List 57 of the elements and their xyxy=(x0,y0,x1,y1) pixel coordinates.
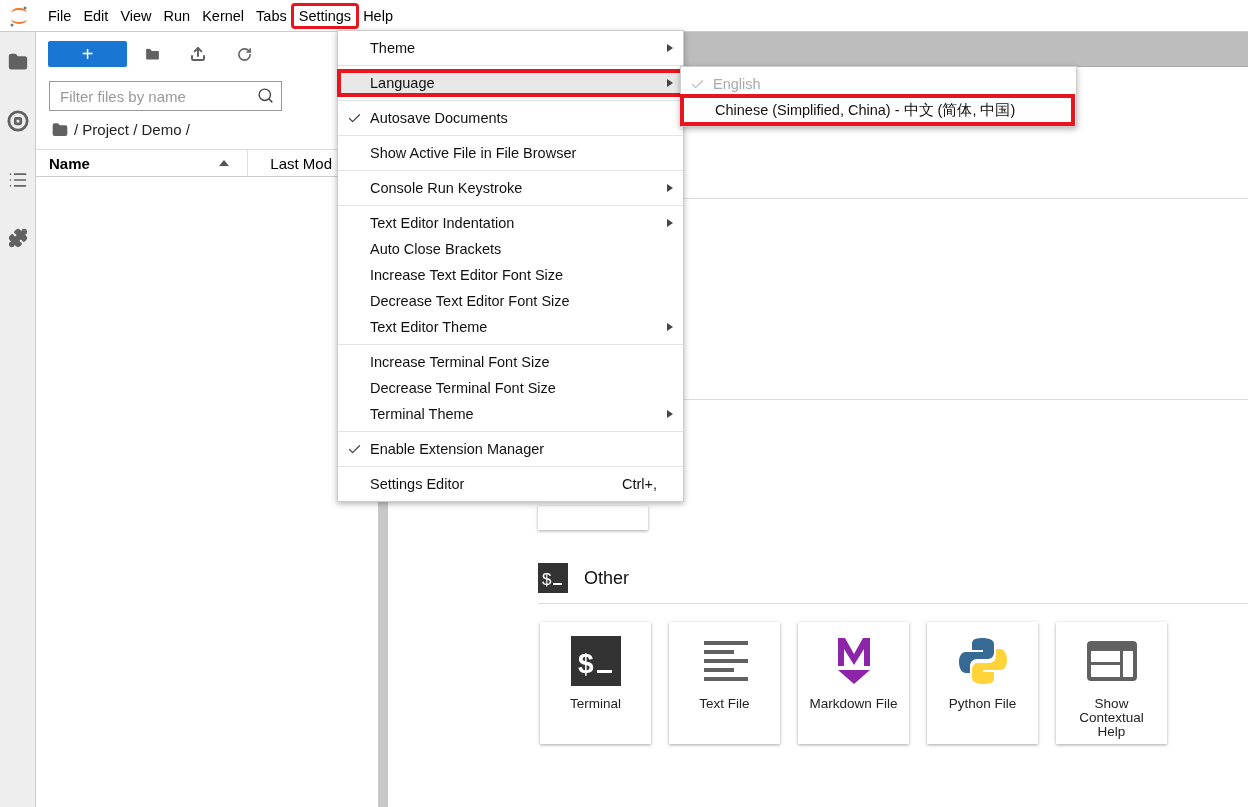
text-file-icon xyxy=(701,638,748,684)
menu-item[interactable]: Terminal Theme xyxy=(338,401,683,427)
submenu-caret-icon xyxy=(667,219,673,227)
folder-icon xyxy=(52,121,68,138)
menu-item[interactable]: Kernel xyxy=(196,4,251,27)
refresh-icon[interactable] xyxy=(236,46,252,62)
new-launcher-button[interactable]: + xyxy=(48,41,127,67)
launcher-card[interactable]: $ Terminal xyxy=(540,622,651,744)
menu-item[interactable]: Edit xyxy=(77,4,115,27)
launcher-card[interactable]: Python File xyxy=(927,622,1038,744)
menu-item[interactable]: Language xyxy=(338,70,683,96)
menu-item[interactable]: Text Editor Indentation xyxy=(338,210,683,236)
menu-item[interactable]: Settings xyxy=(292,4,358,27)
submenu-caret-icon xyxy=(667,410,673,418)
launcher-card[interactable]: Show Contextual Help xyxy=(1056,622,1167,744)
sort-caret-icon xyxy=(219,160,229,166)
python-logo-icon xyxy=(957,636,1008,686)
menu-item[interactable]: Help xyxy=(357,4,399,27)
menu-item[interactable]: File xyxy=(42,4,78,27)
layout-icon xyxy=(1086,641,1137,681)
menu-item[interactable]: Text Editor Theme xyxy=(338,314,683,340)
menu-item[interactable]: Theme xyxy=(338,35,683,61)
search-icon xyxy=(257,87,274,104)
column-header[interactable]: Last Mod xyxy=(270,154,332,172)
terminal-icon: $ xyxy=(570,636,621,686)
extension-icon[interactable] xyxy=(7,228,28,248)
menu-item[interactable]: Chinese (Simplified, China) - 中文 (简体, 中国) xyxy=(683,97,1072,123)
new-folder-icon[interactable] xyxy=(143,45,161,63)
menu-item[interactable]: Settings Editor Ctrl+, xyxy=(338,471,683,497)
menu-item[interactable]: Run xyxy=(157,4,197,27)
folder-icon[interactable] xyxy=(7,52,28,72)
list-icon[interactable] xyxy=(7,170,28,190)
menu-item[interactable]: Decrease Terminal Font Size xyxy=(338,375,683,401)
launcher-card[interactable]: Text File xyxy=(669,622,780,744)
menu-item[interactable]: Increase Text Editor Font Size xyxy=(338,262,683,288)
menu-item[interactable]: Tabs xyxy=(250,4,293,27)
menu-item[interactable]: Auto Close Brackets xyxy=(338,236,683,262)
upload-icon[interactable] xyxy=(190,46,206,62)
menu-item[interactable]: Show Active File in File Browser xyxy=(338,140,683,166)
submenu-caret-icon xyxy=(667,79,673,87)
menu-item[interactable]: View xyxy=(114,4,158,27)
terminal-icon: $ xyxy=(538,563,568,593)
stop-icon[interactable] xyxy=(6,110,29,132)
menu-item[interactable]: Increase Terminal Font Size xyxy=(338,349,683,375)
breadcrumb[interactable]: / Project / Demo / xyxy=(74,121,190,138)
submenu-caret-icon xyxy=(667,184,673,192)
section-title: Other xyxy=(584,567,630,589)
column-header[interactable]: Name xyxy=(49,154,90,172)
menu-item[interactable]: Console Run Keystroke xyxy=(338,175,683,201)
menu-item[interactable]: Enable Extension Manager xyxy=(338,436,683,462)
app-logo-icon xyxy=(8,4,30,27)
submenu-caret-icon xyxy=(667,44,673,52)
submenu-caret-icon xyxy=(667,323,673,331)
menu-item[interactable]: Decrease Text Editor Font Size xyxy=(338,288,683,314)
filter-field[interactable]: Filter files by name xyxy=(49,81,282,111)
menu-item[interactable]: Autosave Documents xyxy=(338,105,683,131)
launcher-card[interactable]: Markdown File xyxy=(798,622,909,744)
